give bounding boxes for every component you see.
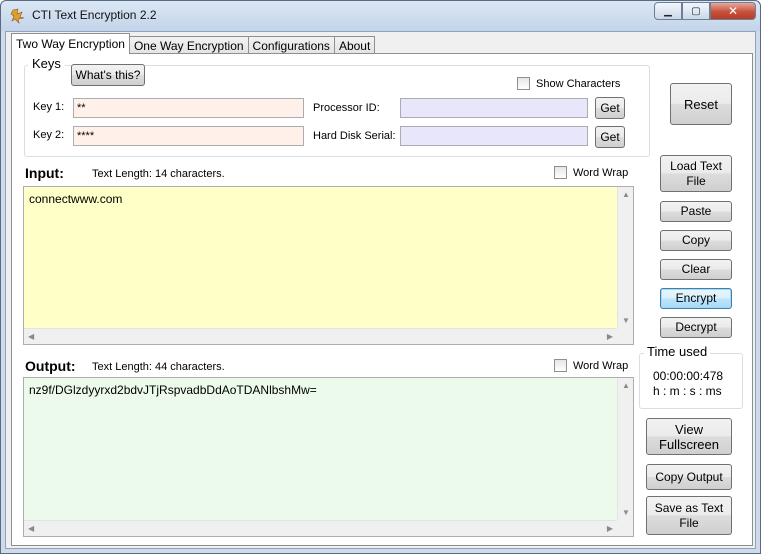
encrypt-button[interactable]: Encrypt [660,288,732,309]
scroll-up-icon[interactable]: ▲ [622,190,630,199]
get-processor-id-button[interactable]: Get [595,97,625,119]
hard-disk-serial-field[interactable] [400,126,588,146]
scroll-down-icon[interactable]: ▼ [622,316,630,325]
close-icon: ✕ [727,4,739,18]
tab-configurations[interactable]: Configurations [247,36,335,54]
output-title: Output: [25,358,76,374]
output-textarea[interactable]: nz9f/DGlzdyyrxd2bdvJTjRspvadbDdAoTDANlbs… [23,377,634,537]
input-text: connectwww.com [29,192,123,206]
show-characters-checkbox[interactable]: Show Characters [517,77,620,90]
output-vertical-scrollbar[interactable]: ▲ ▼ [617,378,633,520]
get-hard-disk-serial-button[interactable]: Get [595,126,625,148]
copy-button[interactable]: Copy [660,230,732,251]
whats-this-button[interactable]: What's this? [71,64,145,86]
output-word-wrap-label: Word Wrap [573,359,629,372]
output-word-wrap-checkbox[interactable]: Word Wrap [554,359,628,372]
keys-group: Keys What's this? Show Characters Key 1:… [24,56,650,157]
scroll-corner [617,520,633,536]
tab-about[interactable]: About [333,36,376,54]
copy-output-button[interactable]: Copy Output [646,464,732,490]
decrypt-button[interactable]: Decrypt [660,317,732,338]
minimize-icon: ▁ [664,5,672,17]
time-used-value: 00:00:00:478 [653,369,724,383]
input-title: Input: [25,165,64,181]
title-bar[interactable]: CTI Text Encryption 2.2 ▁ ▢ ✕ [1,1,760,31]
scroll-left-icon[interactable]: ◀ [28,524,34,533]
processor-id-label: Processor ID: [313,102,380,114]
processor-id-field[interactable] [400,98,588,118]
input-length-text: Text Length: 14 characters. [92,168,225,180]
view-fullscreen-button[interactable]: View Fullscreen [646,418,732,455]
two-way-encryption-panel: Keys What's this? Show Characters Key 1:… [11,53,753,546]
load-text-file-button[interactable]: Load Text File [660,155,732,192]
reset-button[interactable]: Reset [670,83,732,125]
input-word-wrap-checkbox[interactable]: Word Wrap [554,166,628,179]
keys-group-title: Keys [28,56,65,71]
key1-input[interactable]: ** [73,98,304,118]
scroll-corner [617,328,633,344]
maximize-button[interactable]: ▢ [682,2,710,20]
app-window: CTI Text Encryption 2.2 ▁ ▢ ✕ Two Way En… [0,0,761,554]
input-word-wrap-box[interactable] [554,166,567,179]
window-title: CTI Text Encryption 2.2 [32,8,157,22]
key1-label: Key 1: [33,101,65,113]
show-characters-box[interactable] [517,77,530,90]
time-used-box: Time used 00:00:00:478 h : m : s : ms [639,344,743,409]
output-text: nz9f/DGlzdyyrxd2bdvJTjRspvadbDdAoTDANlbs… [29,383,317,397]
app-icon [10,8,25,24]
output-word-wrap-box[interactable] [554,359,567,372]
output-horizontal-scrollbar[interactable]: ◀ ▶ [24,520,617,536]
show-characters-label: Show Characters [536,77,621,90]
maximize-icon: ▢ [691,5,701,17]
input-word-wrap-label: Word Wrap [573,166,629,179]
client-area: Two Way Encryption One Way Encryption Co… [5,31,756,549]
hard-disk-serial-label: Hard Disk Serial: [313,130,396,142]
minimize-button[interactable]: ▁ [654,2,682,20]
time-used-title: Time used [644,344,711,359]
scroll-right-icon[interactable]: ▶ [607,524,613,533]
time-used-format: h : m : s : ms [653,384,722,398]
tab-one-way-encryption[interactable]: One Way Encryption [128,36,249,54]
key2-label: Key 2: [33,129,65,141]
input-textarea[interactable]: connectwww.com ▲ ▼ ◀ ▶ [23,186,634,345]
tab-strip: Two Way Encryption One Way Encryption Co… [11,33,376,54]
save-as-text-file-button[interactable]: Save as Text File [646,496,732,535]
output-length-text: Text Length: 44 characters. [92,361,225,373]
scroll-left-icon[interactable]: ◀ [28,332,34,341]
scroll-up-icon[interactable]: ▲ [622,381,630,390]
paste-button[interactable]: Paste [660,201,732,222]
scroll-right-icon[interactable]: ▶ [607,332,613,341]
tab-two-way-encryption[interactable]: Two Way Encryption [11,33,130,54]
close-button[interactable]: ✕ [710,2,756,20]
input-horizontal-scrollbar[interactable]: ◀ ▶ [24,328,617,344]
key2-input[interactable]: **** [73,126,304,146]
scroll-down-icon[interactable]: ▼ [622,508,630,517]
clear-button[interactable]: Clear [660,259,732,280]
input-vertical-scrollbar[interactable]: ▲ ▼ [617,187,633,328]
